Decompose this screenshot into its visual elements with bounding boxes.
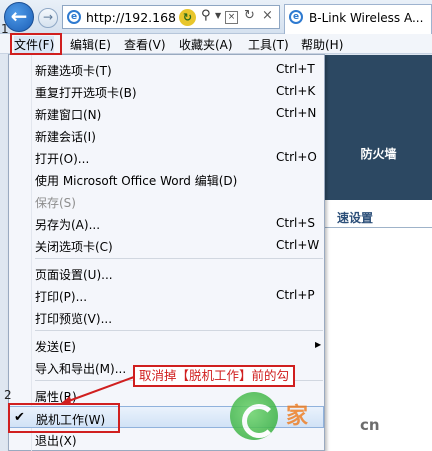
watermark-text: 家 — [286, 404, 309, 429]
watermark-suffix: cn — [360, 416, 380, 434]
watermark-logo-icon — [230, 392, 278, 440]
callout-annotation: 取消掉【脱机工作】前的勾 — [133, 365, 296, 387]
